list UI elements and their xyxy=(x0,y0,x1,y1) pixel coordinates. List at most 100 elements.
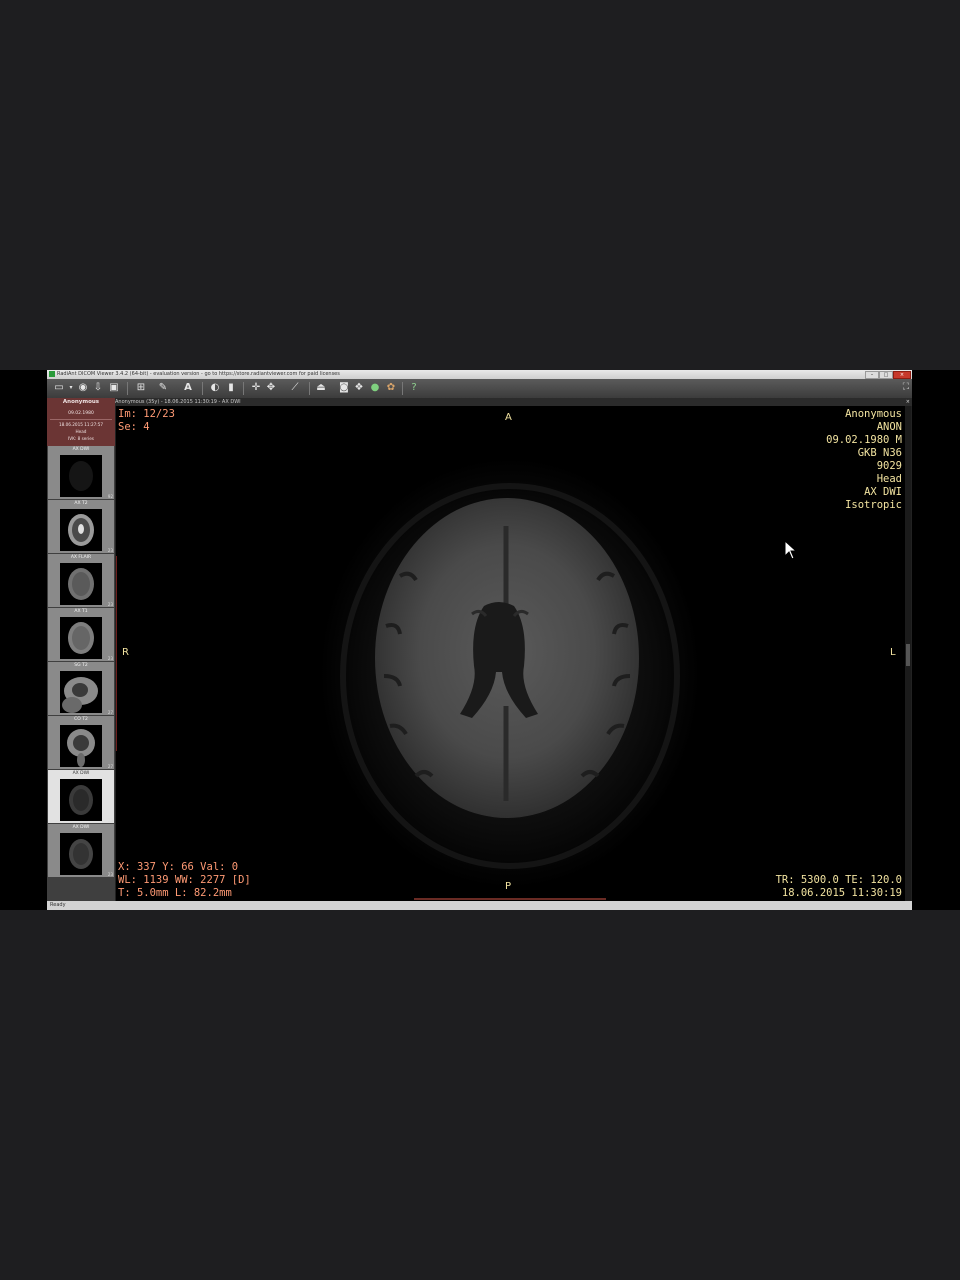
save-icon[interactable]: ▣ xyxy=(108,382,120,394)
institution-overlay: GKB N36 xyxy=(857,447,902,459)
series-label: AX FLAIR xyxy=(70,555,92,560)
crosshair-icon[interactable]: ✛ xyxy=(250,382,262,394)
series-label: AX T2 xyxy=(74,501,88,506)
toolbar: ▭ ▾ ◉ ⇩ ▣ ⊞ ✎ A ◐ ▮ ✛ ✥ ⟋ ⏏ ◙ ❖ ● ✿ ? ⛶ xyxy=(47,379,912,399)
image-count: 27 xyxy=(107,764,113,769)
cine-icon[interactable]: ⏏ xyxy=(315,382,327,394)
measure-line-icon[interactable]: ⟋ xyxy=(289,382,301,394)
patient-card[interactable]: Anonymous 09.02.1980 18.06.2015 11:27:57… xyxy=(47,398,115,446)
overlay-bottom-right: TR: 5300.0 TE: 120.0 18.06.2015 11:30:19 xyxy=(776,874,902,900)
slice-progress-bar xyxy=(414,898,606,900)
orientation-left: L xyxy=(890,647,896,658)
series-preview xyxy=(60,671,102,713)
image-count: 27 xyxy=(107,710,113,715)
series-desc-overlay: AX DWI xyxy=(864,486,902,498)
three-d-icon[interactable]: ❖ xyxy=(353,382,365,394)
maximize-button[interactable]: □ xyxy=(879,371,893,379)
fullscreen-icon[interactable]: ⛶ xyxy=(903,382,909,392)
app-icon xyxy=(49,371,55,377)
series-label: AX DWI xyxy=(72,447,90,452)
radiant-window: RadiAnt DICOM Viewer 3.4.2 (64-bit) - ev… xyxy=(47,370,912,910)
series-index: Se: 4 xyxy=(118,421,150,433)
viewport-header: Anonymous (35y) - 18.06.2015 11:30:19 - … xyxy=(115,398,912,406)
patient-name: Anonymous xyxy=(62,399,100,405)
window-title: RadiAnt DICOM Viewer 3.4.2 (64-bit) - ev… xyxy=(57,371,340,377)
image-count: 23 xyxy=(107,602,113,607)
camera-icon[interactable]: ◙ xyxy=(338,382,350,394)
orientation-right: R xyxy=(122,647,129,658)
toolbar-separator xyxy=(127,382,128,395)
text-tool-icon[interactable]: A xyxy=(182,382,194,394)
folder-open-icon[interactable]: ▭ xyxy=(53,382,65,394)
series-count: IVK: 8 series xyxy=(68,436,94,441)
series-preview xyxy=(60,509,102,551)
series-preview xyxy=(60,563,102,605)
minimize-button[interactable]: – xyxy=(865,371,879,379)
viewport-close-icon[interactable]: × xyxy=(906,398,910,406)
pan-icon[interactable]: ✥ xyxy=(265,382,277,394)
series-thumbnail[interactable]: SG T2 27 xyxy=(48,662,114,715)
series-thumbnail[interactable]: AX DWI 23 xyxy=(48,824,114,877)
download-icon[interactable]: ⇩ xyxy=(92,382,104,394)
tr-te-readout: TR: 5300.0 TE: 120.0 xyxy=(775,874,902,886)
cd-icon[interactable]: ◉ xyxy=(77,382,89,394)
status-bar: Ready xyxy=(47,901,912,910)
series-thumbnail[interactable]: AX DWI 92 xyxy=(48,446,114,499)
globe-icon[interactable]: ● xyxy=(369,382,381,394)
series-preview xyxy=(60,617,102,659)
image-count: 23 xyxy=(107,548,113,553)
patient-name-overlay: Anonymous xyxy=(845,408,902,420)
image-count: 92 xyxy=(107,494,113,499)
divider xyxy=(50,419,112,420)
series-label: SG T2 xyxy=(74,663,88,668)
series-thumbnail-selected[interactable]: AX DWI 23 xyxy=(48,770,114,823)
overlay-top-left: Im: 12/23 Se: 4 xyxy=(118,408,175,434)
image-count: 23 xyxy=(107,872,113,877)
series-preview xyxy=(60,455,102,497)
window-level-readout: WL: 1139 WW: 2277 [D] xyxy=(118,874,251,886)
toolbar-separator xyxy=(402,382,403,395)
patient-id-overlay: ANON xyxy=(876,421,902,433)
acquisition-datetime: 18.06.2015 11:30:19 xyxy=(781,887,902,899)
layout-grid-icon[interactable]: ⊞ xyxy=(135,382,147,394)
cursor-readout: X: 337 Y: 66 Val: 0 xyxy=(118,861,239,873)
toolbar-separator xyxy=(309,382,310,395)
window-level-icon[interactable]: ◐ xyxy=(209,382,221,394)
mouse-cursor-icon xyxy=(784,540,798,560)
close-button[interactable]: × xyxy=(893,371,911,379)
title-bar: RadiAnt DICOM Viewer 3.4.2 (64-bit) - ev… xyxy=(47,370,912,379)
image-viewport[interactable]: Im: 12/23 Se: 4 Anonymous ANON 09.02.198… xyxy=(116,406,905,901)
image-count: 23 xyxy=(107,656,113,661)
orientation-posterior: P xyxy=(505,881,512,892)
body-part-overlay: Head xyxy=(876,473,902,485)
series-label: AX T1 xyxy=(74,609,88,614)
series-thumbnail[interactable]: CO T2 27 xyxy=(48,716,114,769)
viewport-header-text: Anonymous (35y) - 18.06.2015 11:30:19 - … xyxy=(115,399,241,405)
scrollbar-thumb[interactable] xyxy=(906,644,910,666)
toolbar-separator xyxy=(202,382,203,395)
series-preview xyxy=(60,833,102,875)
study-id-overlay: 9029 xyxy=(876,460,902,472)
series-link-line xyxy=(116,556,117,751)
contrast-icon[interactable]: ▮ xyxy=(225,382,237,394)
wand-icon[interactable]: ✎ xyxy=(157,382,169,394)
series-preview xyxy=(60,725,102,767)
body-part: Head xyxy=(75,429,87,434)
status-text: Ready xyxy=(50,902,66,908)
series-thumbnail[interactable]: AX T1 23 xyxy=(48,608,114,661)
toolbar-separator xyxy=(243,382,244,395)
series-thumbnail[interactable]: AX T2 23 xyxy=(48,500,114,553)
orientation-anterior: A xyxy=(505,412,512,423)
dropdown-arrow-icon[interactable]: ▾ xyxy=(65,382,77,394)
series-thumbnail[interactable]: AX FLAIR 23 xyxy=(48,554,114,607)
study-date: 18.06.2015 11:27:57 xyxy=(58,422,104,427)
patient-dob: 09.02.1980 xyxy=(68,411,94,416)
series-label: AX DWI xyxy=(72,825,90,830)
slice-scrollbar[interactable] xyxy=(905,406,911,901)
settings-icon[interactable]: ✿ xyxy=(385,382,397,394)
help-icon[interactable]: ? xyxy=(408,382,420,394)
series-preview xyxy=(60,779,102,821)
acquisition-overlay: Isotropic xyxy=(845,499,902,511)
series-label: CO T2 xyxy=(74,717,88,722)
series-label: AX DWI xyxy=(72,771,90,776)
